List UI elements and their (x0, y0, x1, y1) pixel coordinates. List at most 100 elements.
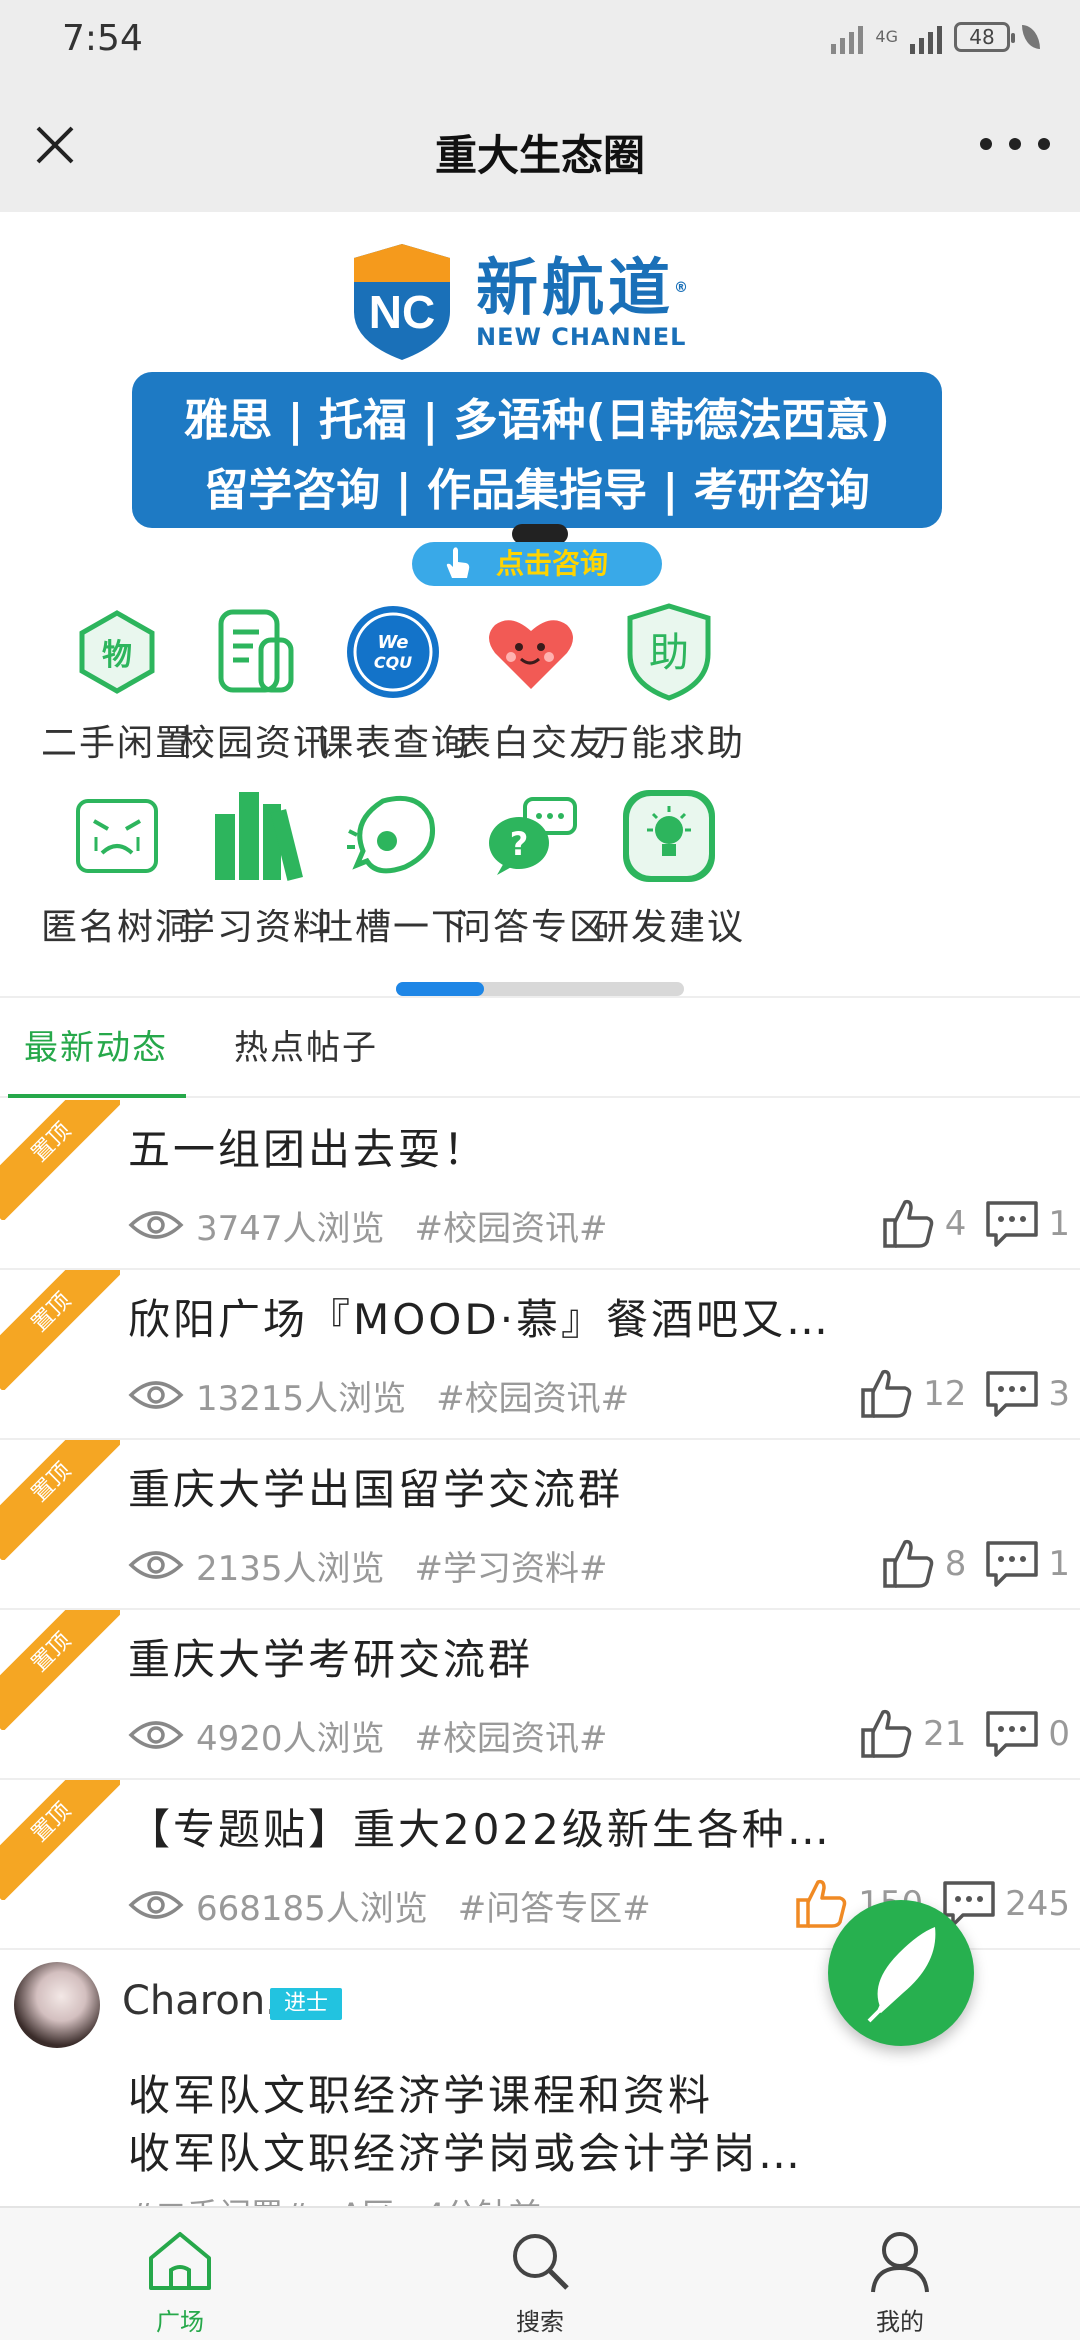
brand-name-cn: 新航道 (476, 251, 675, 324)
view-count-icon (128, 1381, 184, 1409)
qa-icon: ? (481, 786, 581, 886)
comment-count: 245 (1005, 1884, 1070, 1924)
post-title[interactable]: 重庆大学考研交流群 (128, 1626, 533, 1687)
post-meta: 2135人浏览 #学习资料# (128, 1540, 608, 1590)
heart-icon (481, 602, 581, 702)
view-count: 3747人浏览 (196, 1208, 385, 1249)
pinned-ribbon: 置顶 (0, 1440, 120, 1560)
svg-text:CQU: CQU (374, 653, 412, 672)
tab-latest[interactable]: 最新动态 (24, 1020, 168, 1069)
post-stats: 12 3 (859, 1366, 1070, 1422)
comment-icon[interactable] (984, 1369, 1040, 1419)
post-stats: 81 (881, 1536, 1070, 1592)
like-icon[interactable] (794, 1878, 850, 1930)
post-tag[interactable]: #校园资讯# (436, 1371, 629, 1420)
pinned-post[interactable]: 置顶 重庆大学出国留学交流群 2135人浏览 #学习资料# 8 1 (0, 1440, 1080, 1610)
books-icon (205, 786, 305, 886)
nav-label: 搜索 (516, 2308, 564, 2336)
post-tag[interactable]: #校园资讯# (415, 1201, 608, 1250)
post-stats: 21 0 (859, 1706, 1070, 1762)
nav-square[interactable]: 广场 (110, 2228, 250, 2337)
like-icon[interactable] (881, 1538, 937, 1590)
network-type: 4G (875, 27, 898, 46)
shield-logo-icon: NC (354, 244, 450, 360)
like-count: 8 (944, 1544, 967, 1584)
banner-services: 雅思 | 托福 | 多语种(日韩德法西意) 留学咨询 | 作品集指导 | 考研咨… (132, 372, 942, 528)
leaf-icon (1022, 25, 1040, 49)
category-help[interactable]: 助 万能求助 (574, 602, 764, 766)
view-count-icon (128, 1721, 184, 1749)
feed-tabs: 最新动态 热点帖子 (0, 1000, 1080, 1098)
nav-profile[interactable]: 我的 (830, 2228, 970, 2337)
compose-post-button[interactable] (828, 1900, 974, 2046)
username[interactable]: Charon. (122, 1978, 278, 2024)
post-title[interactable]: 欣阳广场『MOOD·慕』餐酒吧又… (128, 1286, 831, 1347)
post-meta: 668185人浏览 #问答专区# (128, 1880, 651, 1930)
brand-mark: NC (369, 286, 435, 338)
post-tag[interactable]: #问答专区# (458, 1881, 651, 1930)
like-count: 12 (923, 1374, 967, 1414)
post-title[interactable]: 重庆大学出国留学交流群 (128, 1456, 623, 1517)
news-icon (205, 602, 305, 702)
pinned-ribbon: 置顶 (0, 1780, 120, 1900)
pointer-hand-icon (446, 547, 470, 578)
post-text-line: 收军队文职经济学岗或会计学岗… (128, 2129, 804, 2178)
section-divider (0, 996, 1080, 998)
view-count: 4920人浏览 (196, 1718, 385, 1759)
comment-icon[interactable] (984, 1539, 1040, 1589)
banner-line-2: 留学咨询 | 作品集指导 | 考研咨询 (204, 465, 870, 516)
help-icon: 助 (619, 602, 719, 702)
bottom-nav: 广场 搜索 我的 (0, 2206, 1080, 2340)
battery-icon: 48 (954, 22, 1015, 52)
title-bar: 重大生态圈 (0, 84, 1080, 212)
like-icon[interactable] (859, 1708, 915, 1760)
pinned-post[interactable]: 置顶 五一组团出去耍！ 3747人浏览 #校园资讯# 4 1 (0, 1100, 1080, 1270)
avatar[interactable] (14, 1962, 100, 2048)
like-icon[interactable] (881, 1198, 937, 1250)
pinned-post[interactable]: 置顶 欣阳广场『MOOD·慕』餐酒吧又… 13215人浏览 #校园资讯# 12 3 (0, 1270, 1080, 1440)
pinned-label: 置顶 (0, 1440, 120, 1560)
like-count: 21 (923, 1714, 967, 1754)
tab-hot[interactable]: 热点帖子 (234, 1020, 378, 1069)
complain-icon (343, 786, 443, 886)
view-count: 2135人浏览 (196, 1548, 385, 1589)
svg-text:助: 助 (649, 630, 689, 676)
signal-icon (831, 20, 864, 54)
category-label: 研发建议 (592, 907, 745, 948)
pinned-ribbon: 置顶 (0, 1270, 120, 1390)
page-title: 重大生态圈 (434, 131, 645, 180)
post-tag[interactable]: #学习资料# (415, 1541, 608, 1590)
pinned-ribbon: 置顶 (0, 1100, 120, 1220)
comment-icon[interactable] (984, 1199, 1040, 1249)
post-title[interactable]: 【专题贴】重大2022级新生各种… (128, 1796, 832, 1857)
home-icon (149, 2232, 211, 2290)
comment-icon[interactable] (984, 1709, 1040, 1759)
comment-count: 1 (1048, 1204, 1070, 1244)
consult-button[interactable]: 点击咨询 (412, 542, 662, 586)
post-title[interactable]: 五一组团出去耍！ (128, 1116, 488, 1177)
nav-search[interactable]: 搜索 (470, 2228, 610, 2337)
ad-banner[interactable]: NC 新航道® NEW CHANNEL 雅思 | 托福 | 多语种(日韩德法西意… (0, 212, 1080, 590)
idea-icon (619, 786, 719, 886)
nav-label: 我的 (876, 2308, 924, 2336)
comment-count: 0 (1048, 1714, 1070, 1754)
category-suggestions[interactable]: 研发建议 (574, 786, 764, 950)
secondhand-icon: 物 (67, 602, 167, 702)
category-scroll-indicator (396, 982, 684, 996)
brand-logo: NC 新航道® NEW CHANNEL (350, 242, 692, 362)
signal-strength-icon (910, 20, 942, 54)
post-stats: 41 (881, 1196, 1070, 1252)
pinned-ribbon: 置顶 (0, 1610, 120, 1730)
post-tag[interactable]: #校园资讯# (415, 1711, 608, 1760)
banner-line-1: 雅思 | 托福 | 多语种(日韩德法西意) (184, 395, 890, 446)
pinned-label: 置顶 (0, 1610, 120, 1730)
svg-text:?: ? (510, 825, 529, 863)
banner-pager-dot (512, 524, 568, 544)
post-meta: 3747人浏览 #校园资讯# (128, 1200, 608, 1250)
post-text-line: 收军队文职经济学课程和资料 (128, 2071, 714, 2120)
pinned-post[interactable]: 置顶 重庆大学考研交流群 4920人浏览 #校园资讯# 21 0 (0, 1610, 1080, 1780)
more-options-icon[interactable] (980, 124, 1050, 164)
brand-name-en: NEW CHANNEL (476, 323, 687, 351)
view-count: 13215人浏览 (196, 1378, 407, 1419)
like-icon[interactable] (859, 1368, 915, 1420)
